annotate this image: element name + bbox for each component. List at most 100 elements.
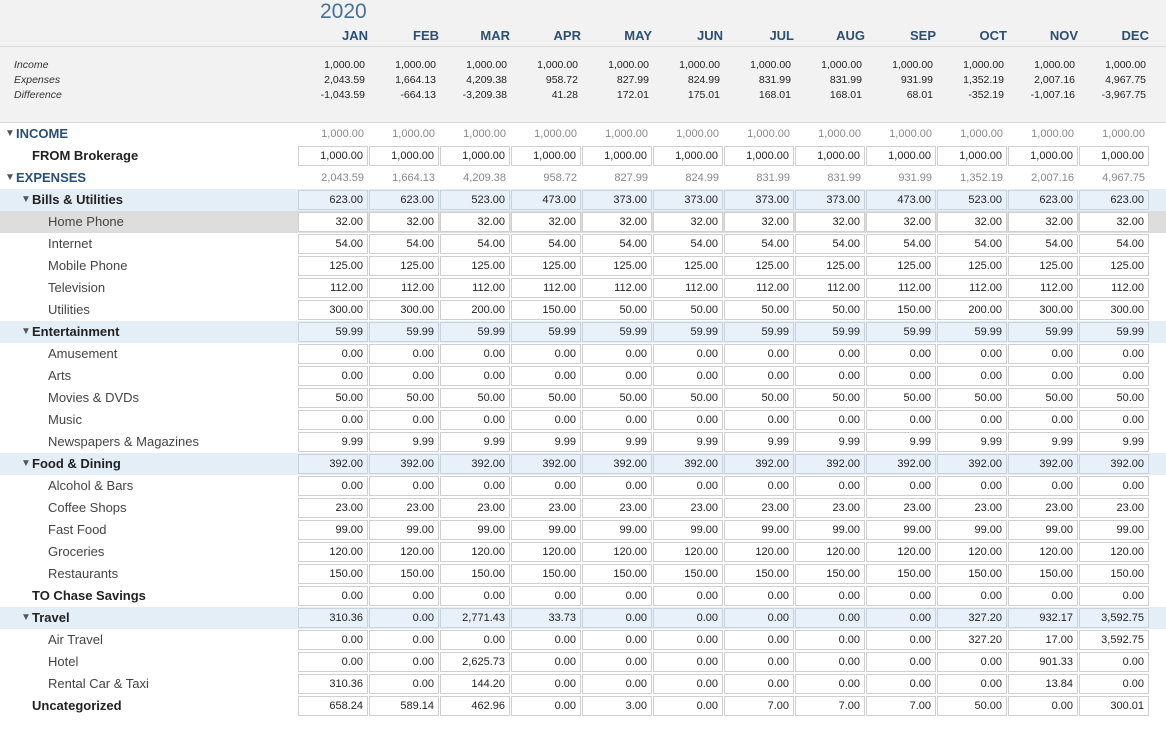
amount-cell[interactable]: 932.17 [1008,608,1078,628]
amount-cell[interactable]: 623.00 [1079,190,1149,210]
amount-cell[interactable]: 0.00 [582,608,652,628]
amount-cell[interactable]: 9.99 [1008,432,1078,452]
amount-cell[interactable]: 0.00 [369,366,439,386]
amount-cell[interactable]: 23.00 [369,498,439,518]
budget-row[interactable]: Amusement 0.00 0.00 0.00 0.00 0.00 0.00 0.00 0.0… [0,343,1166,365]
amount-cell[interactable]: 59.99 [440,322,510,342]
amount-cell[interactable]: 32.00 [511,212,581,232]
amount-cell[interactable]: 0.00 [866,586,936,606]
amount-cell[interactable]: 150.00 [724,564,794,584]
amount-cell[interactable]: 0.00 [298,366,368,386]
amount-cell[interactable]: 0.00 [1079,674,1149,694]
amount-cell[interactable]: 1,000.00 [795,146,865,166]
amount-cell[interactable]: 0.00 [440,410,510,430]
amount-cell[interactable]: 3.00 [582,696,652,716]
category-row[interactable]: ▼ Entertainment 59.99 59.99 59.99 59.99 59.99 5… [0,321,1166,343]
amount-cell[interactable]: 54.00 [1008,234,1078,254]
amount-cell[interactable]: 1,000.00 [937,146,1007,166]
amount-cell[interactable]: 54.00 [866,234,936,254]
amount-cell[interactable]: 13.84 [1008,674,1078,694]
amount-cell[interactable]: 99.00 [1008,520,1078,540]
amount-cell[interactable]: 32.00 [866,212,936,232]
category-row[interactable]: ▼ Food & Dining 392.00 392.00 392.00 392.00 39… [0,453,1166,475]
amount-cell[interactable]: 0.00 [298,476,368,496]
amount-cell[interactable]: 0.00 [440,344,510,364]
amount-cell[interactable]: 150.00 [582,564,652,584]
amount-cell[interactable]: 9.99 [298,432,368,452]
budget-row[interactable]: Coffee Shops 23.00 23.00 23.00 23.00 23.00 23.… [0,497,1166,519]
amount-cell[interactable]: 99.00 [795,520,865,540]
amount-cell[interactable]: 0.00 [653,586,723,606]
amount-cell[interactable]: 373.00 [795,190,865,210]
amount-cell[interactable]: 150.00 [440,564,510,584]
amount-cell[interactable]: 0.00 [511,696,581,716]
amount-cell[interactable]: 125.00 [1008,256,1078,276]
amount-cell[interactable]: 523.00 [440,190,510,210]
disclosure-triangle-icon[interactable]: ▼ [21,607,31,629]
amount-cell[interactable]: 150.00 [795,564,865,584]
amount-cell[interactable]: 50.00 [724,388,794,408]
amount-cell[interactable]: 120.00 [937,542,1007,562]
amount-cell[interactable]: 0.00 [795,608,865,628]
amount-cell[interactable]: 300.00 [369,300,439,320]
amount-cell[interactable]: 59.99 [653,322,723,342]
amount-cell[interactable]: 23.00 [795,498,865,518]
amount-cell[interactable]: 0.00 [440,630,510,650]
amount-cell[interactable]: 623.00 [298,190,368,210]
amount-cell[interactable]: 7.00 [795,696,865,716]
amount-cell[interactable]: 59.99 [1008,322,1078,342]
amount-cell[interactable]: 300.00 [298,300,368,320]
amount-cell[interactable]: 112.00 [298,278,368,298]
amount-cell[interactable]: 373.00 [653,190,723,210]
amount-cell[interactable]: 0.00 [724,586,794,606]
amount-cell[interactable]: 0.00 [724,410,794,430]
amount-cell[interactable]: 120.00 [369,542,439,562]
amount-cell[interactable]: 99.00 [582,520,652,540]
amount-cell[interactable]: 0.00 [724,608,794,628]
amount-cell[interactable]: 0.00 [1008,366,1078,386]
amount-cell[interactable]: 0.00 [866,410,936,430]
amount-cell[interactable]: 9.99 [795,432,865,452]
amount-cell[interactable]: 1,000.00 [440,146,510,166]
amount-cell[interactable]: 0.00 [1008,696,1078,716]
amount-cell[interactable]: 120.00 [653,542,723,562]
budget-row[interactable]: Fast Food 99.00 99.00 99.00 99.00 99.00 99.00 9… [0,519,1166,541]
amount-cell[interactable]: 59.99 [724,322,794,342]
amount-cell[interactable]: 54.00 [582,234,652,254]
amount-cell[interactable]: 50.00 [369,388,439,408]
amount-cell[interactable]: 150.00 [866,564,936,584]
amount-cell[interactable]: 0.00 [582,476,652,496]
amount-cell[interactable]: 59.99 [369,322,439,342]
amount-cell[interactable]: 0.00 [511,344,581,364]
amount-cell[interactable]: 300.00 [1079,300,1149,320]
amount-cell[interactable]: 54.00 [440,234,510,254]
amount-cell[interactable]: 0.00 [937,366,1007,386]
disclosure-triangle-icon[interactable]: ▼ [21,453,31,475]
section-row[interactable]: ▼ EXPENSES 2,043.59 1,664.13 4,209.38 958.72 8… [0,167,1166,189]
amount-cell[interactable]: 9.99 [1079,432,1149,452]
budget-row[interactable]: Restaurants 150.00 150.00 150.00 150.00 150.0… [0,563,1166,585]
amount-cell[interactable]: 0.00 [866,344,936,364]
amount-cell[interactable]: 50.00 [866,388,936,408]
amount-cell[interactable]: 0.00 [724,674,794,694]
amount-cell[interactable]: 2,625.73 [440,652,510,672]
amount-cell[interactable]: 112.00 [1079,278,1149,298]
amount-cell[interactable]: 50.00 [937,696,1007,716]
amount-cell[interactable]: 120.00 [582,542,652,562]
disclosure-triangle-icon[interactable]: ▼ [5,123,15,145]
amount-cell[interactable]: 1,000.00 [653,146,723,166]
amount-cell[interactable]: 120.00 [511,542,581,562]
budget-row[interactable]: Utilities 300.00 300.00 200.00 150.00 50.00 50… [0,299,1166,321]
amount-cell[interactable]: 54.00 [369,234,439,254]
amount-cell[interactable]: 0.00 [369,652,439,672]
amount-cell[interactable]: 59.99 [866,322,936,342]
amount-cell[interactable]: 0.00 [795,674,865,694]
amount-cell[interactable]: 23.00 [937,498,1007,518]
amount-cell[interactable]: 150.00 [1008,564,1078,584]
amount-cell[interactable]: 0.00 [795,586,865,606]
amount-cell[interactable]: 0.00 [511,366,581,386]
amount-cell[interactable]: 54.00 [937,234,1007,254]
amount-cell[interactable]: 23.00 [511,498,581,518]
amount-cell[interactable]: 99.00 [724,520,794,540]
amount-cell[interactable]: 17.00 [1008,630,1078,650]
